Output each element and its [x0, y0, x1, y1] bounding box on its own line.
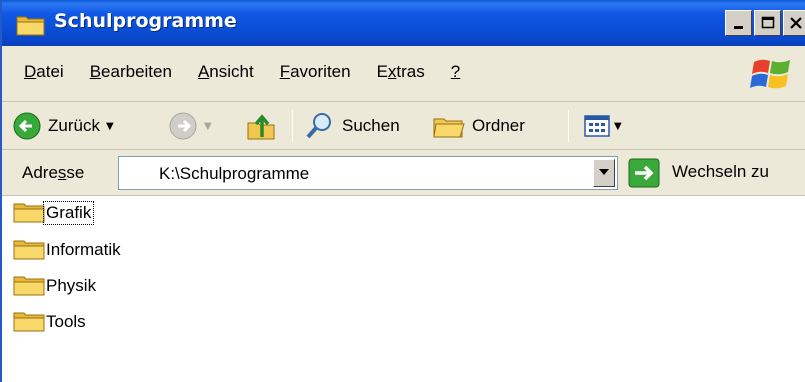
- forward-button[interactable]: ▼: [168, 102, 212, 150]
- toolbar-separator: [292, 110, 293, 142]
- menu-item[interactable]: Favoriten: [280, 62, 351, 82]
- go-button-label[interactable]: Wechseln zu: [672, 162, 769, 182]
- chevron-down-icon: [599, 169, 609, 175]
- standard-toolbar: Zurück ▼ ▼ Suchen Ordner ▼: [2, 102, 805, 150]
- file-list[interactable]: Grafik Informatik Physik Tools: [2, 197, 805, 382]
- go-arrow-icon[interactable]: [628, 158, 660, 188]
- folders-icon: [433, 118, 465, 138]
- address-input[interactable]: K:\Schulprogramme: [118, 156, 618, 190]
- address-value: K:\Schulprogramme: [159, 164, 310, 183]
- search-button[interactable]: Suchen: [304, 102, 400, 150]
- folder-icon: [13, 276, 45, 296]
- menu-bar: Datei Bearbeiten Ansicht Favoriten Extras?: [2, 46, 805, 102]
- toolbar-separator: [568, 110, 569, 142]
- window-title: Schulprogramme: [54, 10, 237, 32]
- up-folder-icon: [247, 114, 275, 140]
- search-icon: [306, 113, 331, 139]
- list-item[interactable]: Informatik: [12, 235, 123, 265]
- menu-items: Datei Bearbeiten Ansicht Favoriten Extras?: [24, 62, 486, 82]
- back-arrow-icon: [13, 112, 41, 140]
- address-bar: Adresse K:\Schulprogramme Wechseln zu: [2, 150, 805, 196]
- folder-name: Physik: [46, 276, 97, 295]
- chevron-down-icon[interactable]: ▼: [204, 121, 212, 132]
- search-label: Suchen: [342, 116, 400, 135]
- windows-logo-icon: [750, 59, 790, 89]
- maximize-button[interactable]: [754, 10, 781, 36]
- list-item[interactable]: Tools: [12, 307, 88, 337]
- maximize-icon: [761, 16, 774, 29]
- folders-button[interactable]: Ordner: [432, 102, 525, 150]
- address-label: Adresse: [22, 163, 85, 182]
- list-item[interactable]: Grafik: [12, 198, 95, 228]
- list-item[interactable]: Physik: [12, 271, 98, 301]
- menu-item[interactable]: Datei: [24, 62, 64, 82]
- back-label: Zurück: [48, 116, 100, 135]
- explorer-window: Schulprogramme Datei Bearbeiten Ansicht Fav…: [0, 0, 805, 382]
- up-folder-button[interactable]: [246, 102, 276, 150]
- window-controls: [725, 10, 805, 36]
- folders-label: Ordner: [472, 116, 525, 135]
- folder-icon: [16, 16, 45, 36]
- folder-name: Informatik: [46, 240, 121, 259]
- menu-item[interactable]: Ansicht: [198, 62, 254, 82]
- close-icon: [789, 17, 802, 29]
- chevron-down-icon[interactable]: ▼: [106, 121, 114, 132]
- menu-item[interactable]: ?: [451, 62, 460, 82]
- minimize-icon: [733, 26, 743, 29]
- forward-arrow-icon: [169, 112, 197, 140]
- views-icon: [584, 115, 610, 137]
- folder-icon: [13, 240, 45, 260]
- chevron-down-icon[interactable]: ▼: [614, 121, 622, 132]
- menu-item[interactable]: Extras: [377, 62, 425, 82]
- minimize-button[interactable]: [725, 10, 752, 36]
- back-button[interactable]: Zurück ▼: [12, 102, 114, 150]
- menu-item[interactable]: Bearbeiten: [90, 62, 172, 82]
- close-button[interactable]: [783, 10, 805, 36]
- folder-icon: [13, 203, 45, 223]
- address-dropdown-button[interactable]: [593, 159, 615, 187]
- folder-name: Tools: [46, 312, 86, 331]
- title-bar[interactable]: Schulprogramme: [2, 0, 805, 46]
- folder-icon: [13, 312, 45, 332]
- views-button[interactable]: ▼: [582, 102, 622, 150]
- folder-name: Grafik: [42, 201, 95, 225]
